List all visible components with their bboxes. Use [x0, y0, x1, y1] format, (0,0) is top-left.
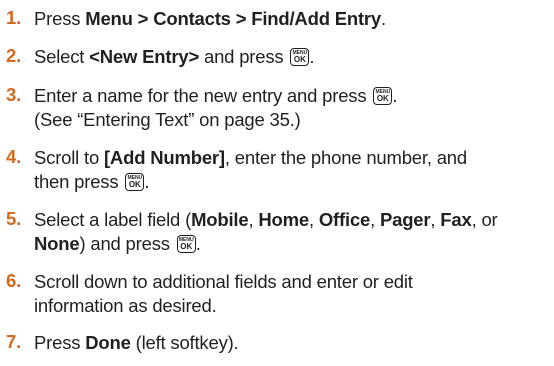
step-number: 7.: [6, 331, 22, 352]
add-number-label: [Add Number]: [103, 147, 225, 168]
label-mobile: Mobile: [191, 209, 249, 230]
step-text: Scroll down to additional fields and ent…: [34, 271, 413, 316]
label-office: Office: [318, 209, 371, 230]
menu-path: Menu > Contacts > Find/Add Entry: [85, 8, 382, 29]
label-pager: Pager: [379, 209, 431, 230]
step-text: Select a label field (Mobile, Home, Offi…: [34, 209, 498, 254]
step-number: 4.: [6, 146, 22, 167]
new-entry-label: <New Entry>: [89, 46, 200, 67]
menu-ok-key-icon: MENU OK: [373, 87, 393, 105]
step-text: Press Done (left softkey).: [34, 332, 239, 353]
step-number: 5.: [6, 208, 22, 229]
label-home: Home: [258, 209, 309, 230]
menu-ok-key-icon: MENU OK: [125, 173, 145, 191]
label-fax: Fax: [440, 209, 472, 230]
instruction-steps: 1. Press Menu > Contacts > Find/Add Entr…: [0, 0, 554, 366]
step-text: Enter a name for the new entry and press…: [34, 84, 552, 132]
page-reference: (See “Entering Text” on page 35.): [34, 109, 301, 130]
step-text: Press Menu > Contacts > Find/Add Entry.: [34, 8, 386, 29]
done-softkey-label: Done: [85, 332, 131, 353]
step-number: 6.: [6, 270, 22, 291]
menu-ok-key-icon: MENU OK: [290, 48, 310, 66]
menu-ok-key-icon: MENU OK: [176, 235, 196, 253]
step-number: 2.: [6, 45, 22, 66]
step-text: Scroll to [Add Number], enter the phone …: [34, 147, 467, 192]
label-none: None: [34, 233, 80, 254]
step-text: Select <New Entry> and press MENU OK.: [34, 46, 315, 67]
step-number: 3.: [6, 84, 22, 105]
step-number: 1.: [6, 7, 22, 28]
